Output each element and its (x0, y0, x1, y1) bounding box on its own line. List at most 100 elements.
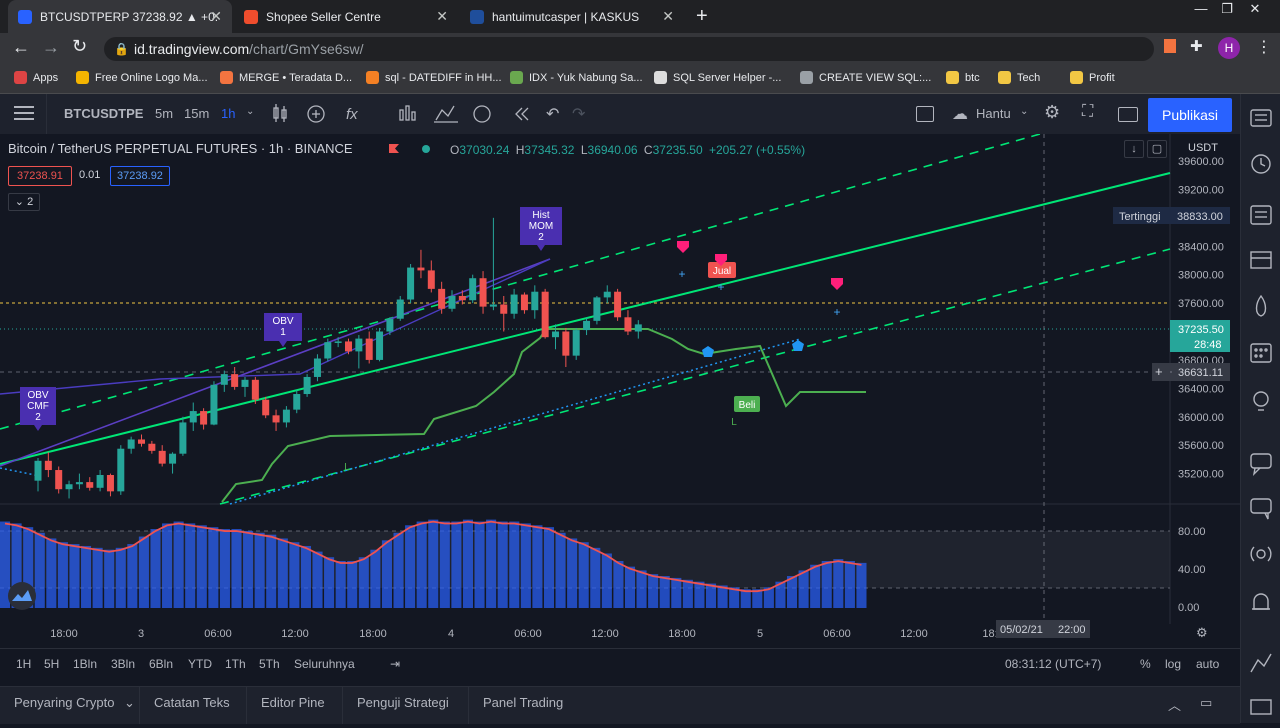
chat-icon[interactable] (1250, 453, 1272, 477)
camera-icon[interactable] (1118, 107, 1138, 122)
ideas-bulb-icon[interactable] (1253, 391, 1269, 411)
bookmark-item[interactable]: Free Online Logo Ma... (76, 71, 208, 84)
hotlist-icon[interactable] (1255, 294, 1267, 317)
url-field[interactable]: 🔒 id.tradingview.com/chart/GmYse6sw/ (104, 37, 1154, 61)
timeframe-1h[interactable]: 1H (16, 657, 31, 671)
collapse-panel-icon[interactable]: ︿ (1168, 695, 1181, 714)
settings-gear-icon[interactable]: ⚙ (1044, 102, 1060, 123)
panel-toggle-icon[interactable] (1250, 699, 1272, 715)
bookmark-item[interactable]: IDX - Yuk Nabung Sa... (510, 71, 643, 84)
panel-tab[interactable]: Catatan Teks (154, 695, 230, 710)
timeframe-1bln[interactable]: 1Bln (73, 657, 97, 671)
new-tab-button[interactable]: + (696, 5, 708, 28)
chevron-down-icon[interactable]: ⌄ (1020, 106, 1028, 117)
candle-body (189, 411, 197, 423)
window-close-icon[interactable]: ✕ (1242, 0, 1268, 20)
redo-icon[interactable]: ↷ (572, 104, 585, 124)
interval-5m[interactable]: 5m (155, 106, 173, 121)
close-icon[interactable]: ✕ (210, 8, 222, 25)
fullscreen-icon[interactable]: ⛶ (1082, 103, 1093, 121)
cloud-icon[interactable]: ☁ (952, 104, 968, 124)
chevron-down-icon[interactable]: ⌄ (124, 695, 135, 711)
layout-icon[interactable] (916, 106, 934, 122)
panel-tab[interactable]: Editor Pine (261, 695, 325, 710)
browser-tab-kaskus[interactable]: hantuimutcasper | KASKUS ✕ (460, 0, 684, 33)
bookmark-item[interactable]: SQL Server Helper -... (654, 71, 781, 84)
browser-tab-shopee[interactable]: Shopee Seller Centre ✕ (234, 0, 458, 33)
maximize-panel-icon[interactable]: ▭ (1200, 695, 1212, 711)
goto-date-icon[interactable]: ⇥ (390, 657, 400, 671)
watchlist-icon[interactable] (1250, 109, 1272, 127)
layout-name[interactable]: Hantu (976, 106, 1011, 121)
indicators-toggle[interactable]: ⌄ 2 (8, 193, 40, 211)
alert-icon[interactable] (434, 105, 458, 123)
bookmark-item[interactable]: MERGE • Teradata D... (220, 71, 352, 84)
panel-tab[interactable]: Penyaring Crypto (14, 695, 114, 710)
news-icon[interactable] (1250, 205, 1272, 225)
calendar-icon[interactable] (1250, 343, 1272, 363)
restore-icon[interactable]: ❐ (1214, 0, 1240, 20)
osc-bar (277, 538, 288, 608)
pine-chart-icon[interactable] (1250, 653, 1272, 673)
scale-log[interactable]: log (1165, 657, 1181, 671)
hamburger-menu-icon[interactable] (14, 106, 34, 108)
bookmark-item[interactable]: sql - DATEDIFF in HH... (366, 71, 502, 84)
currency-label[interactable]: USDT (1188, 142, 1218, 154)
price-chart[interactable]: 39600.0039200.0038800.0038400.0038000.00… (0, 134, 1240, 648)
buy-price-box[interactable]: 37238.92 (110, 166, 170, 186)
bookmark-item[interactable]: Apps (14, 71, 58, 84)
avatar[interactable]: H (1218, 37, 1240, 59)
bookmark-item[interactable]: Tech (998, 71, 1040, 84)
chevron-down-icon[interactable]: ⌄ (246, 106, 254, 117)
close-icon[interactable]: ✕ (662, 8, 674, 25)
candles-style-icon[interactable] (273, 104, 287, 122)
bookmark-item[interactable]: CREATE VIEW SQL:... (800, 71, 931, 84)
forward-icon[interactable]: → (42, 37, 60, 58)
notifications-bell-icon[interactable] (1252, 593, 1270, 610)
osc-bar (636, 570, 647, 608)
timeframe-1th[interactable]: 1Th (225, 657, 246, 671)
alerts-clock-icon[interactable] (1251, 154, 1271, 174)
timeframe-3bln[interactable]: 3Bln (111, 657, 135, 671)
publish-button[interactable]: Publikasi (1148, 98, 1232, 132)
timeframe-5th[interactable]: 5Th (259, 657, 280, 671)
broadcast-icon[interactable] (1250, 546, 1272, 562)
browser-tab-tradingview[interactable]: BTCUSDTPERP 37238.92 ▲ +0.71% ✕ (8, 0, 232, 33)
panel-tab[interactable]: Penguji Strategi (357, 695, 449, 710)
undo-icon[interactable]: ↶ (546, 104, 559, 124)
data-window-icon[interactable] (1250, 251, 1272, 269)
bookmark-item[interactable]: btc (946, 71, 980, 84)
annotation-text: MOM (529, 221, 553, 232)
extension-icon[interactable] (1164, 39, 1176, 53)
timeframe-6bln[interactable]: 6Bln (149, 657, 173, 671)
scale-percent[interactable]: % (1140, 657, 1151, 671)
timeframe-ytd[interactable]: YTD (188, 657, 212, 671)
puzzle-icon[interactable]: ✚ (1190, 37, 1203, 55)
symbol-search[interactable]: BTCUSDTPE (64, 106, 143, 121)
candle-body (510, 294, 518, 314)
interval-15m[interactable]: 15m (184, 106, 209, 121)
rewind-icon[interactable] (515, 107, 529, 121)
url-path: /chart/GmYse6sw/ (249, 41, 364, 57)
timeframe-seluruhnya[interactable]: Seluruhnya (294, 657, 355, 671)
replay-icon[interactable] (473, 105, 491, 123)
bookmark-label: Free Online Logo Ma... (95, 71, 208, 84)
interval-1h[interactable]: 1h (221, 106, 235, 121)
streams-icon[interactable] (1250, 498, 1272, 520)
download-icon[interactable]: ↓ (1124, 140, 1144, 158)
menu-dots-icon[interactable]: ⋮ (1256, 37, 1272, 57)
minimize-icon[interactable]: — (1188, 0, 1214, 20)
reload-icon[interactable]: ↻ (72, 36, 87, 57)
sell-price-box[interactable]: 37238.91 (8, 166, 72, 186)
scale-auto[interactable]: auto (1196, 657, 1219, 671)
maximize-icon[interactable]: ▢ (1147, 140, 1167, 158)
clock-readout[interactable]: 08:31:12 (UTC+7) (1005, 657, 1101, 671)
bookmark-item[interactable]: Profit (1070, 71, 1115, 84)
panel-tab[interactable]: Panel Trading (483, 695, 563, 710)
indicators-fx-icon[interactable]: fx (346, 106, 358, 123)
back-icon[interactable]: ← (12, 37, 30, 58)
close-icon[interactable]: ✕ (436, 8, 448, 25)
add-compare-icon[interactable] (307, 105, 325, 123)
timeframe-5h[interactable]: 5H (44, 657, 59, 671)
templates-icon[interactable] (399, 105, 416, 121)
